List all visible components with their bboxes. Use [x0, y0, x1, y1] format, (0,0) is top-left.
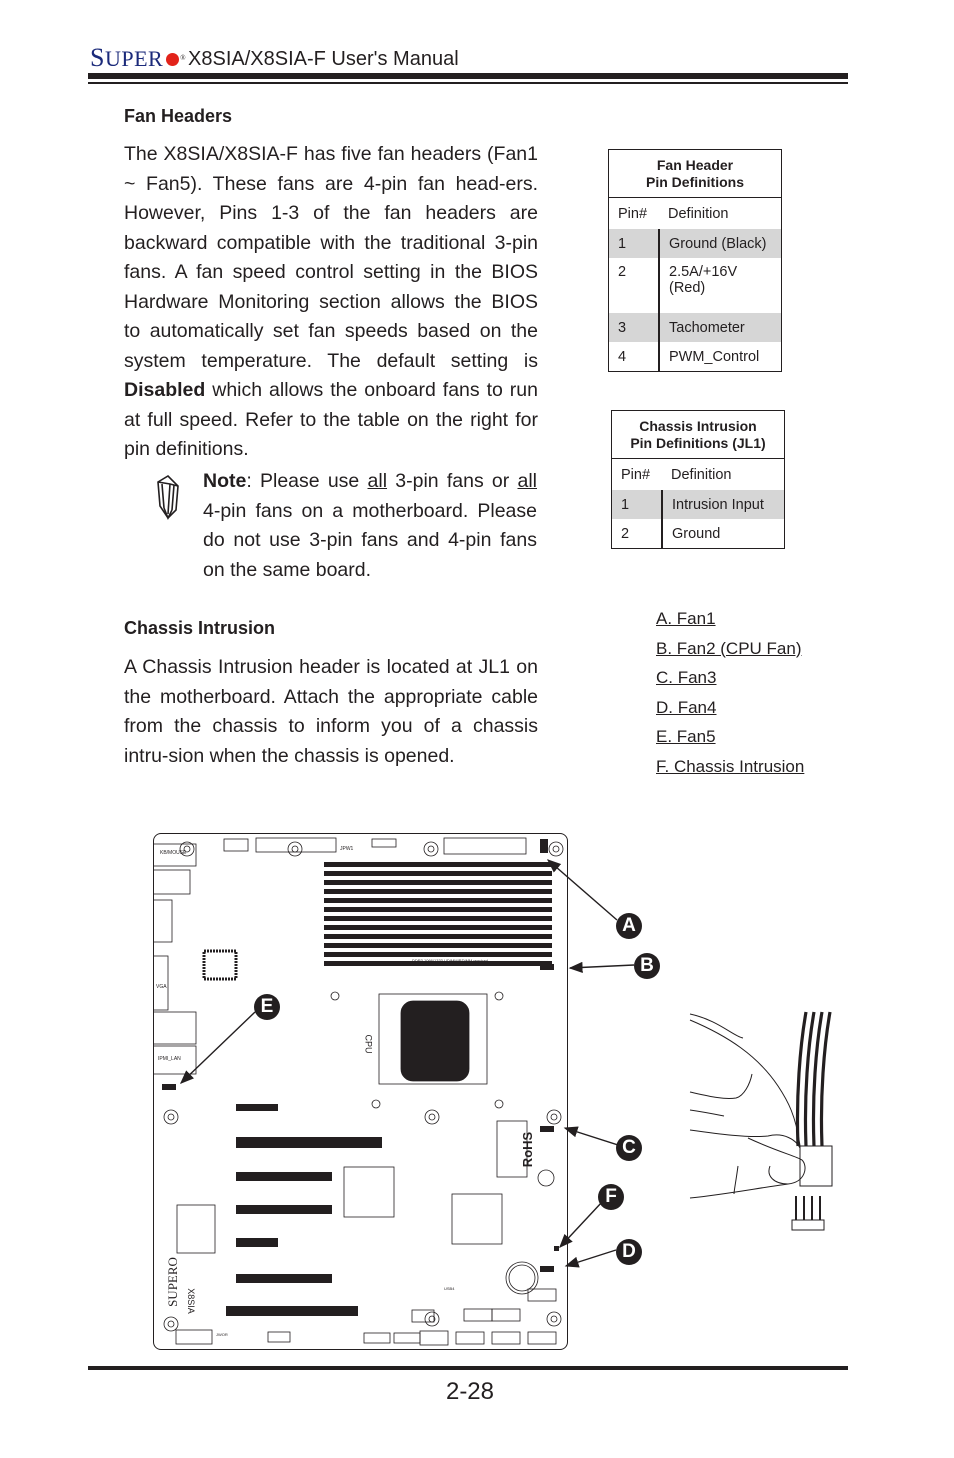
- callout-b: B: [634, 953, 660, 979]
- callout-a: A: [616, 913, 642, 939]
- arrow-f: [559, 1201, 603, 1249]
- arrow-e: [179, 1011, 256, 1084]
- callout-arrows: [179, 859, 635, 1268]
- fan-connector-illustration: [689, 1011, 833, 1231]
- callout-c: C: [616, 1135, 642, 1161]
- page-number: 2-28: [445, 1378, 495, 1405]
- callout-f: F: [598, 1184, 624, 1210]
- arrow-c: [563, 1126, 619, 1146]
- callout-d: D: [616, 1239, 642, 1265]
- callout-e: E: [254, 994, 280, 1020]
- arrow-b: [568, 961, 635, 974]
- arrow-a: [546, 859, 618, 921]
- arrow-d: [564, 1249, 617, 1268]
- footer-rule: [88, 1366, 848, 1370]
